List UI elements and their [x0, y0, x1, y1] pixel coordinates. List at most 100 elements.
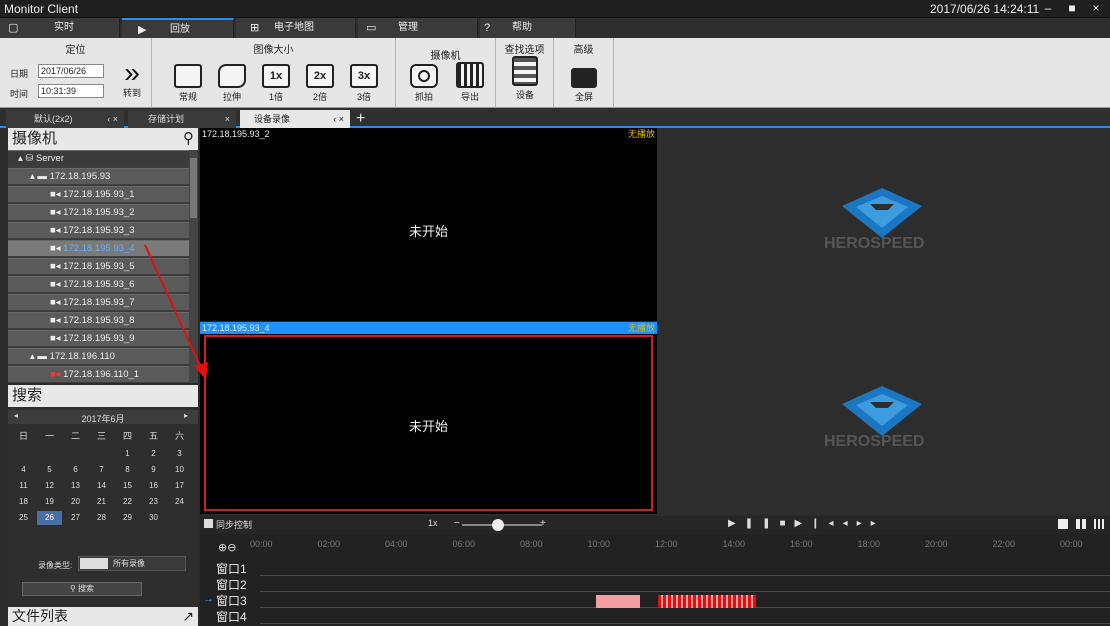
next-month-icon[interactable]: ▸: [184, 411, 188, 420]
calendar-day[interactable]: 1: [115, 447, 140, 461]
calendar-day[interactable]: 5: [37, 463, 62, 477]
fullscreen-button[interactable]: 全屏: [566, 68, 602, 103]
snapshot-button[interactable]: 抓拍: [406, 64, 442, 103]
speed-down-button[interactable]: −: [454, 518, 460, 529]
timeline-window-label[interactable]: 窗口1: [216, 560, 247, 577]
zoom-3x-button[interactable]: 3x 3倍: [346, 64, 382, 103]
normal-button[interactable]: 常规: [170, 64, 206, 103]
play-icon: ▶: [138, 24, 147, 36]
pane-title: 172.18.195.93_4: [200, 322, 657, 334]
zoom-in-icon[interactable]: ⊕⊖: [218, 541, 236, 554]
tree-item-camera[interactable]: ■◂ 172.18.195.93_1: [8, 186, 189, 203]
tab-manage[interactable]: ▭ 管理: [358, 18, 478, 38]
zoom-2x-button[interactable]: 2x 2倍: [302, 64, 338, 103]
timeline-hour-label: 08:00: [520, 539, 543, 549]
calendar-day[interactable]: 10: [167, 463, 192, 477]
layout-1x1-icon[interactable]: [1058, 519, 1068, 529]
tree-item-camera[interactable]: ■◂ 172.18.195.93_3: [8, 222, 189, 239]
tab-playback[interactable]: ▶ 回放: [122, 18, 234, 38]
record-segment[interactable]: [658, 595, 756, 608]
speed-up-button[interactable]: +: [540, 518, 546, 529]
search-icon[interactable]: ⚲: [183, 128, 194, 150]
close-icon[interactable]: ×: [225, 110, 230, 128]
expand-icon[interactable]: ↗: [182, 607, 194, 626]
export-button[interactable]: 导出: [452, 62, 488, 103]
export-icon: [456, 62, 484, 88]
calendar-day[interactable]: 16: [141, 479, 166, 493]
sync-checkbox[interactable]: [204, 519, 213, 528]
calendar-day[interactable]: 12: [37, 479, 62, 493]
herospeed-logo-icon: [842, 188, 922, 238]
calendar-day[interactable]: 9: [141, 463, 166, 477]
record-segment[interactable]: [596, 595, 640, 608]
close-button[interactable]: ×: [1088, 1, 1104, 15]
layout-3x3-icon[interactable]: [1094, 519, 1104, 529]
calendar-day[interactable]: 20: [63, 495, 88, 509]
date-field[interactable]: 2017/06/26: [38, 64, 104, 78]
calendar-day[interactable]: 30: [141, 511, 166, 525]
calendar-day[interactable]: 22: [115, 495, 140, 509]
layout-2x2-icon[interactable]: [1076, 519, 1086, 529]
file-list-header[interactable]: 文件列表 ↗: [8, 607, 198, 626]
tab-emap[interactable]: ⊞ 电子地图: [236, 18, 356, 38]
transport-controls[interactable]: ▶❚❚■▶❙◂◂▸▸: [728, 518, 885, 529]
calendar-day[interactable]: 3: [167, 447, 192, 461]
calendar-day[interactable]: 28: [89, 511, 114, 525]
tab-realtime[interactable]: ▢ 实时: [0, 18, 120, 38]
calendar-day[interactable]: 29: [115, 511, 140, 525]
calendar-day[interactable]: 8: [115, 463, 140, 477]
maximize-button[interactable]: ■: [1064, 1, 1080, 15]
device-button[interactable]: 设备: [508, 56, 542, 101]
timeline-hour-label: 00:00: [250, 539, 273, 549]
calendar-day[interactable]: 24: [167, 495, 192, 509]
tree-item-label: 172.18.195.93_1: [63, 189, 135, 200]
tree-item-camera[interactable]: ■◂ 172.18.195.93_2: [8, 204, 189, 221]
goto-button[interactable]: » 转到: [114, 56, 150, 99]
timeline-window-label[interactable]: 窗口2: [216, 576, 247, 593]
close-icon[interactable]: ‹ ×: [107, 110, 118, 128]
calendar-day[interactable]: 7: [89, 463, 114, 477]
tree-item-node[interactable]: ▴ ⛁ Server: [8, 150, 189, 167]
herospeed-logo-icon: [842, 386, 922, 436]
speed-slider-thumb[interactable]: [492, 519, 504, 531]
tree-item-node[interactable]: ▴ ▬ 172.18.195.93: [8, 168, 189, 185]
calendar-day[interactable]: 14: [89, 479, 114, 493]
calendar-day[interactable]: 15: [115, 479, 140, 493]
search-button[interactable]: ⚲ 搜索: [22, 582, 142, 596]
video-pane-2[interactable]: HEROSPEED: [659, 128, 1110, 321]
calendar-day[interactable]: 17: [167, 479, 192, 493]
group-search-options: 查找选项 设备: [496, 38, 554, 108]
timeline-window-label[interactable]: 窗口4: [216, 608, 247, 625]
file-list-title: 文件列表: [12, 608, 68, 624]
add-tab-button[interactable]: +: [354, 110, 374, 128]
calendar-day[interactable]: 21: [89, 495, 114, 509]
tab-help[interactable]: ? 帮助: [480, 18, 576, 38]
calendar-day[interactable]: 13: [63, 479, 88, 493]
video-pane-1[interactable]: 172.18.195.93_2 无播放 未开始: [200, 128, 657, 321]
calendar-day[interactable]: 11: [11, 479, 36, 493]
normal-icon: [174, 64, 202, 88]
viewtab-storage-plan[interactable]: 存储计划 ×: [128, 110, 236, 128]
video-pane-4[interactable]: HEROSPEED: [659, 322, 1110, 514]
tree-item-label: 172.18.196.110_1: [63, 369, 140, 380]
calendar-day[interactable]: 25: [11, 511, 36, 525]
minimize-button[interactable]: –: [1040, 1, 1056, 15]
calendar-day[interactable]: 19: [37, 495, 62, 509]
calendar-day[interactable]: 23: [141, 495, 166, 509]
timeline-window-label[interactable]: 窗口3: [216, 592, 247, 609]
calendar-day[interactable]: 2: [141, 447, 166, 461]
viewtab-default[interactable]: 默认(2x2) ‹ ×: [6, 110, 124, 128]
calendar-day[interactable]: 26: [37, 511, 62, 525]
zoom-1x-button[interactable]: 1x 1倍: [258, 64, 294, 103]
clock: 2017/06/26 14:24:11: [930, 2, 1040, 16]
calendar-day[interactable]: 4: [11, 463, 36, 477]
calendar-day[interactable]: 27: [63, 511, 88, 525]
calendar-day[interactable]: 6: [63, 463, 88, 477]
calendar-day[interactable]: 18: [11, 495, 36, 509]
viewtab-device-record[interactable]: 设备录像 ‹ ×: [240, 110, 350, 128]
time-field[interactable]: 10:31:39: [38, 84, 104, 98]
stretch-button[interactable]: 拉伸: [214, 64, 250, 103]
video-pane-3[interactable]: 172.18.195.93_4 无播放 未开始: [200, 322, 657, 514]
button-label: 2倍: [312, 92, 327, 102]
close-icon[interactable]: ‹ ×: [333, 110, 344, 128]
